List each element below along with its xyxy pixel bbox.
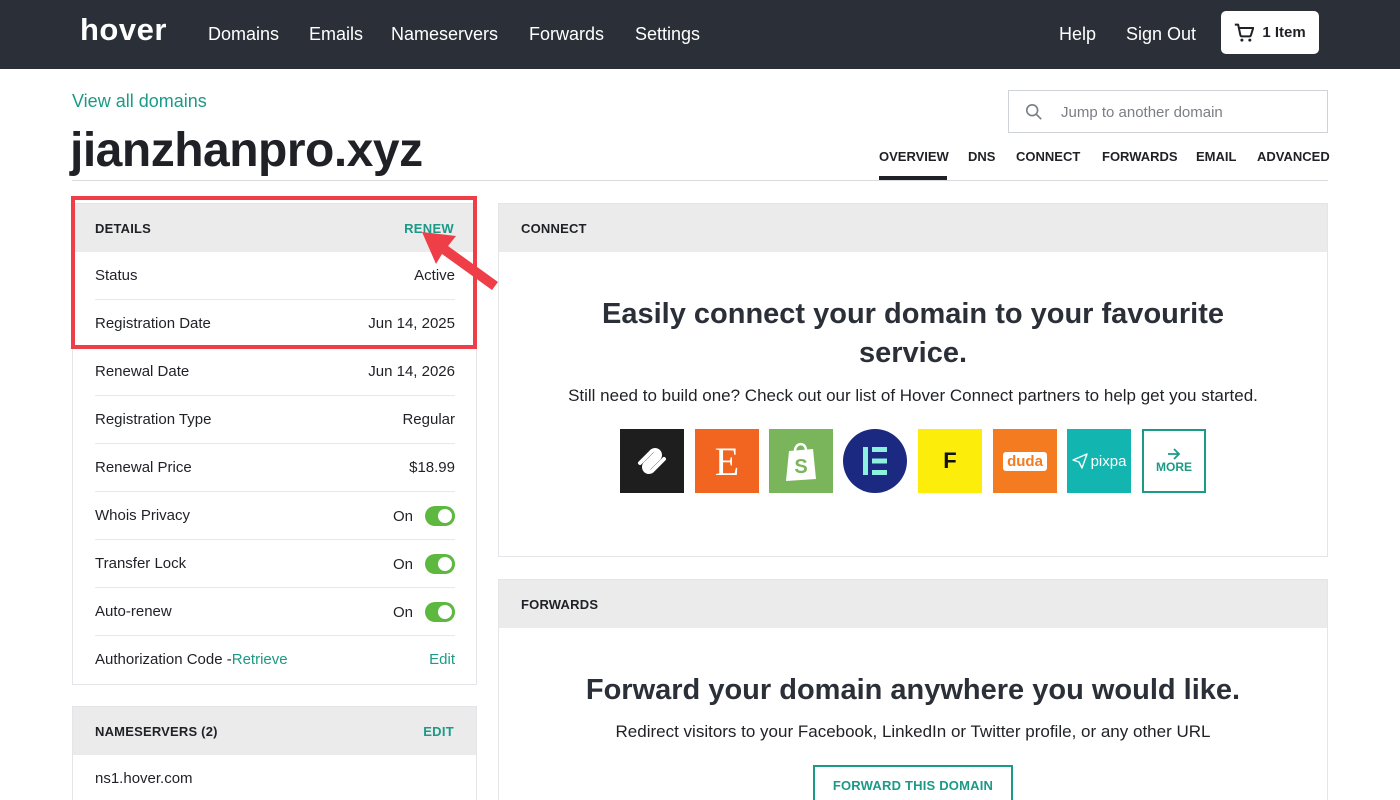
- detail-label: Auto-renew: [95, 603, 172, 620]
- transfer-lock-toggle[interactable]: [425, 554, 455, 574]
- detail-row-transfer-lock: Transfer Lock On: [95, 540, 455, 588]
- toggle-state-text: On: [392, 603, 413, 621]
- cart-icon: [1235, 23, 1255, 42]
- cart-label: 1 Item: [1262, 24, 1306, 41]
- cart-button[interactable]: 1 Item: [1221, 11, 1319, 54]
- connect-heading: Easily connect your domain to your favou…: [498, 295, 1328, 373]
- domain-search-input[interactable]: [1061, 101, 1316, 123]
- detail-row-auto-renew: Auto-renew On: [95, 588, 455, 636]
- highlight-box: [71, 196, 477, 349]
- tab-overview[interactable]: OVERVIEW: [879, 149, 949, 164]
- nameserver-value: ns1.hover.com: [95, 770, 193, 787]
- auto-renew-toggle[interactable]: [425, 602, 455, 622]
- elementor-logo-icon[interactable]: [843, 429, 907, 493]
- nav-help[interactable]: Help: [1059, 24, 1096, 45]
- detail-label: Renewal Price: [95, 459, 192, 476]
- forwards-heading: Forward your domain anywhere you would l…: [585, 674, 1241, 706]
- nav-settings[interactable]: Settings: [635, 24, 700, 45]
- tab-connect[interactable]: CONNECT: [1016, 149, 1080, 164]
- duda-logo-icon[interactable]: duda: [993, 429, 1057, 493]
- detail-row-renewal-date: Renewal Date Jun 14, 2026: [95, 348, 455, 396]
- framer-glyph: F: [943, 448, 957, 473]
- nav-domains[interactable]: Domains: [208, 24, 279, 45]
- elementor-mark-icon: [843, 429, 907, 493]
- squarespace-mark-icon: [638, 448, 666, 474]
- pixpa-glyph: pixpa: [1090, 452, 1127, 470]
- view-all-domains-link[interactable]: View all domains: [72, 91, 207, 112]
- whois-privacy-toggle[interactable]: [425, 506, 455, 526]
- nameservers-title: NAMESERVERS (2): [95, 724, 218, 739]
- detail-label: Authorization Code -Retrieve: [95, 651, 288, 668]
- domain-search-box[interactable]: [1008, 90, 1328, 133]
- connect-subtext: Still need to build one? Check out our l…: [568, 386, 1258, 405]
- connect-heading-line2: service.: [858, 337, 968, 369]
- framer-logo-icon[interactable]: F: [918, 429, 982, 493]
- shopify-bag-icon: S: [786, 442, 816, 481]
- edit-nameservers-link[interactable]: EDIT: [423, 724, 454, 739]
- search-icon: [1025, 103, 1042, 120]
- connect-card: CONNECT: [498, 203, 1328, 557]
- nav-emails[interactable]: Emails: [309, 24, 363, 45]
- etsy-glyph: E: [714, 438, 740, 484]
- squarespace-logo-icon[interactable]: [620, 429, 684, 493]
- domain-title: jianzhanpro.xyz: [70, 124, 423, 177]
- forwards-title: FORWARDS: [521, 597, 599, 612]
- detail-row-renewal-price: Renewal Price $18.99: [95, 444, 455, 492]
- forward-this-domain-button[interactable]: FORWARD THIS DOMAIN: [813, 765, 1013, 800]
- arrow-right-icon: [1168, 448, 1181, 460]
- nameservers-card-header: NAMESERVERS (2) EDIT: [73, 707, 476, 755]
- shopify-glyph: S: [794, 456, 807, 478]
- shopify-logo-icon[interactable]: S: [769, 429, 833, 493]
- paper-plane-icon: [1071, 453, 1088, 469]
- forwards-subtext: Redirect visitors to your Facebook, Link…: [615, 722, 1211, 741]
- retrieve-auth-code-link[interactable]: Retrieve: [232, 651, 288, 668]
- detail-label: Renewal Date: [95, 363, 190, 380]
- more-partners-button[interactable]: MORE: [1142, 429, 1206, 493]
- nameservers-card: NAMESERVERS (2) EDIT ns1.hover.com: [72, 706, 477, 800]
- forwards-card-header: FORWARDS: [499, 580, 1327, 628]
- more-partners-label: MORE: [1156, 460, 1192, 474]
- renewal-date-value: Jun 14, 2026: [368, 363, 455, 380]
- header-divider: [72, 180, 1328, 181]
- auth-code-label: Authorization Code -: [95, 651, 232, 668]
- transfer-lock-control: On: [393, 554, 455, 574]
- whois-privacy-control: On: [393, 506, 455, 526]
- hover-logo[interactable]: hover: [80, 12, 167, 48]
- tab-email[interactable]: EMAIL: [1196, 149, 1236, 164]
- connect-card-header: CONNECT: [499, 204, 1327, 252]
- duda-glyph: duda: [1003, 451, 1047, 471]
- nav-nameservers[interactable]: Nameservers: [391, 24, 498, 45]
- connect-heading-line1: Easily connect your domain to your favou…: [601, 298, 1224, 330]
- detail-label: Whois Privacy: [95, 507, 191, 524]
- edit-auth-code-link[interactable]: Edit: [429, 651, 455, 668]
- etsy-logo-icon[interactable]: E: [695, 429, 759, 493]
- registration-type-value: Regular: [402, 411, 455, 428]
- tab-dns[interactable]: DNS: [968, 149, 995, 164]
- nav-sign-out[interactable]: Sign Out: [1126, 24, 1196, 45]
- nav-forwards[interactable]: Forwards: [529, 24, 604, 45]
- auto-renew-control: On: [393, 602, 455, 622]
- tab-forwards[interactable]: FORWARDS: [1102, 149, 1178, 164]
- pixpa-logo-icon[interactable]: pixpa: [1067, 429, 1131, 493]
- tab-advanced[interactable]: ADVANCED: [1257, 149, 1330, 164]
- connect-title: CONNECT: [521, 221, 587, 236]
- detail-label: Transfer Lock: [95, 555, 187, 572]
- detail-label: Registration Type: [95, 411, 212, 428]
- toggle-state-text: On: [392, 507, 413, 525]
- detail-row-registration-type: Registration Type Regular: [95, 396, 455, 444]
- top-navigation-bar: hover Domains Emails Nameservers Forward…: [0, 0, 1400, 69]
- detail-row-authorization-code: Authorization Code -Retrieve Edit: [95, 636, 455, 684]
- toggle-state-text: On: [392, 555, 413, 573]
- renewal-price-value: $18.99: [409, 459, 455, 476]
- annotation-arrow-icon: [422, 232, 498, 290]
- nameserver-row: ns1.hover.com: [95, 755, 455, 800]
- detail-row-whois-privacy: Whois Privacy On: [95, 492, 455, 540]
